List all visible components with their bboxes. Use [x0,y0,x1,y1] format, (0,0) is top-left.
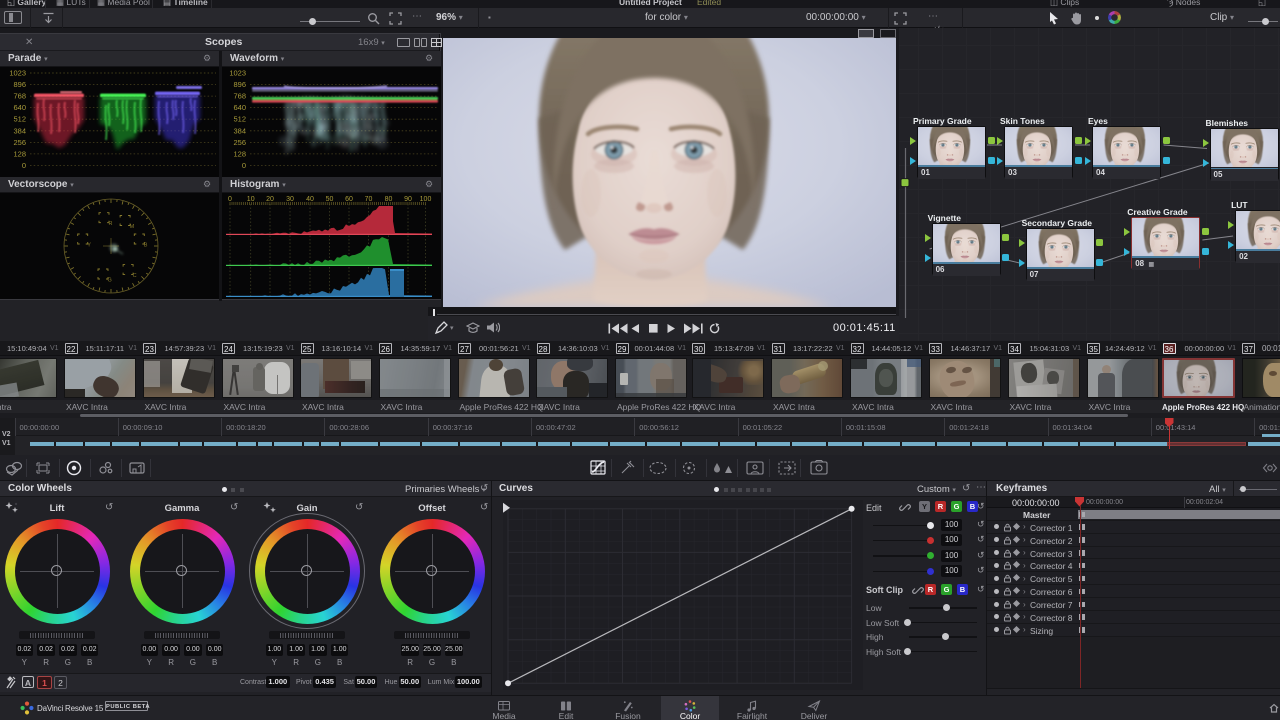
svg-text:512: 512 [13,115,26,124]
svg-text:1023: 1023 [229,69,246,78]
svg-text:128: 128 [233,149,246,158]
svg-text:50: 50 [326,196,334,203]
svg-text:384: 384 [13,126,26,135]
svg-text:30: 30 [286,196,294,203]
svg-text:Y: Y [87,243,91,249]
svg-text:384: 384 [233,126,246,135]
svg-text:R: R [109,221,113,227]
svg-text:B: B [144,243,148,249]
svg-text:0: 0 [22,161,26,170]
svg-text:1023: 1023 [9,69,26,78]
svg-text:10: 10 [247,196,255,203]
svg-text:100: 100 [420,196,432,203]
svg-text:128: 128 [13,149,26,158]
svg-text:70: 70 [365,196,373,203]
svg-text:0: 0 [242,161,246,170]
svg-text:80: 80 [385,196,393,203]
svg-text:0: 0 [228,196,232,203]
svg-text:G: G [108,278,112,284]
svg-text:640: 640 [233,103,246,112]
svg-text:40: 40 [306,196,314,203]
svg-text:20: 20 [266,196,274,203]
svg-text:60: 60 [345,196,353,203]
svg-text:256: 256 [233,138,246,147]
svg-text:640: 640 [13,103,26,112]
svg-text:C: C [133,273,137,279]
svg-text:768: 768 [13,92,26,101]
svg-text:M: M [130,224,135,230]
svg-text:768: 768 [233,92,246,101]
svg-text:90: 90 [404,196,412,203]
svg-text:896: 896 [233,80,246,89]
svg-text:256: 256 [13,138,26,147]
svg-text:512: 512 [233,115,246,124]
svg-text:896: 896 [13,80,26,89]
